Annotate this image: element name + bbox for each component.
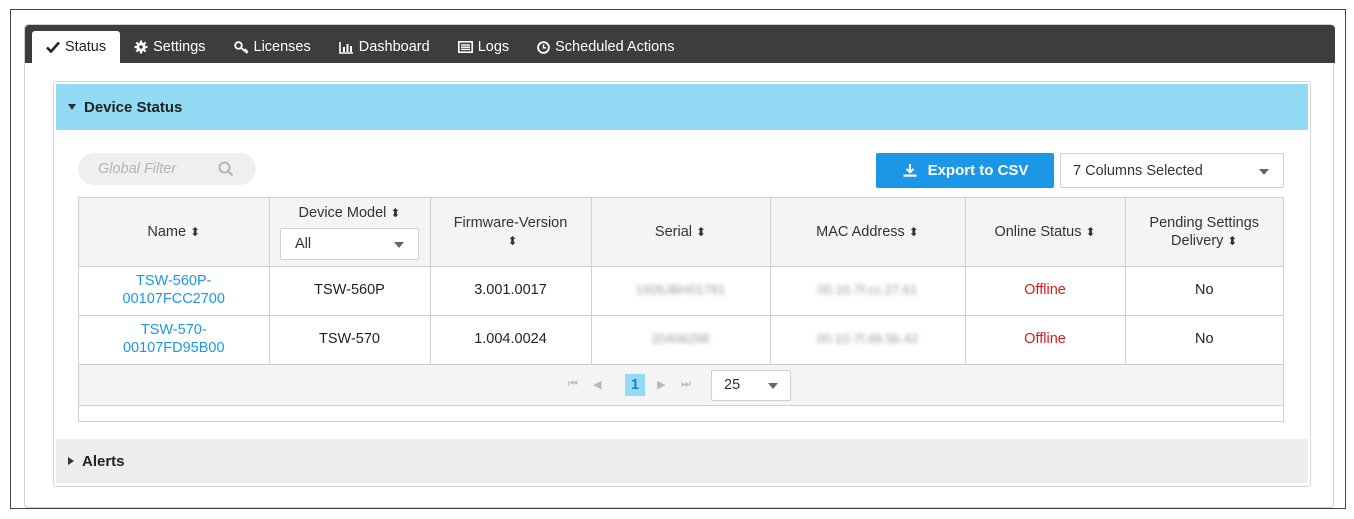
tab-dashboard[interactable]: Dashboard	[325, 31, 444, 63]
mac-cell: 00.10.7f.cc.27.61	[770, 266, 966, 316]
tab-status-label: Status	[65, 39, 107, 55]
device-model-cell: TSW-570	[269, 315, 431, 365]
table-row: TSW-560P- 00107FCC2700 TSW-560P 3.001.001…	[79, 266, 1283, 316]
firmware-cell: 3.001.0017	[430, 266, 592, 316]
next-page-icon[interactable]: ▶	[657, 378, 665, 391]
caret-down-icon	[68, 104, 76, 110]
tab-scheduled-actions[interactable]: Scheduled Actions	[523, 31, 688, 63]
caret-right-icon	[68, 457, 74, 465]
column-header-device-model[interactable]: Device Model ⬍ All	[269, 198, 431, 267]
device-name-link[interactable]: TSW-570- 00107FD95B00	[79, 315, 270, 365]
alerts-title: Alerts	[82, 452, 125, 470]
content-box: Device Status Global Filter Export to CS…	[53, 81, 1311, 487]
device-model-filter-select[interactable]: All	[280, 227, 419, 260]
device-status-title: Device Status	[84, 98, 183, 116]
online-status-cell: Offline	[965, 315, 1126, 365]
tab-bar: Status Settings Licenses Dashboard Logs …	[25, 25, 1335, 63]
clock-icon	[537, 40, 550, 54]
search-icon	[218, 161, 234, 177]
pending-delivery-cell: No	[1125, 315, 1283, 365]
paginator: ⏮ ◀ 1 ▶ ⏭ 25	[79, 365, 1283, 406]
prev-page-icon[interactable]: ◀	[593, 378, 601, 391]
column-header-online-status[interactable]: Online Status ⬍	[965, 198, 1126, 267]
export-csv-button[interactable]: Export to CSV	[876, 153, 1054, 188]
tab-licenses-label: Licenses	[253, 39, 311, 55]
sort-icon[interactable]: ⬍	[696, 225, 706, 239]
device-name-link[interactable]: TSW-560P- 00107FCC2700	[79, 266, 270, 316]
global-filter-placeholder: Global Filter	[98, 161, 177, 177]
chevron-down-icon	[768, 383, 778, 389]
sort-icon[interactable]: ⬍	[507, 234, 517, 248]
device-model-cell: TSW-560P	[269, 266, 431, 316]
tab-dashboard-label: Dashboard	[358, 39, 430, 55]
tab-settings[interactable]: Settings	[120, 31, 219, 63]
page-number-current[interactable]: 1	[625, 374, 645, 396]
device-status-header[interactable]: Device Status	[56, 84, 1308, 130]
global-filter-input[interactable]: Global Filter	[78, 153, 256, 185]
serial-cell: 1926JBH01781	[591, 266, 771, 316]
columns-select-dropdown[interactable]: 7 Columns Selected	[1060, 153, 1284, 188]
pending-delivery-cell: No	[1125, 266, 1283, 316]
sort-icon[interactable]: ⬍	[1227, 234, 1237, 248]
export-csv-label: Export to CSV	[927, 162, 1029, 179]
first-page-icon[interactable]: ⏮	[568, 378, 578, 391]
chevron-down-icon	[394, 241, 404, 248]
tab-settings-label: Settings	[153, 39, 206, 55]
sort-icon[interactable]: ⬍	[190, 225, 200, 239]
online-status-cell: Offline	[965, 266, 1126, 316]
column-header-pending-settings-delivery[interactable]: Pending Settings Delivery ⬍	[1125, 198, 1283, 267]
check-icon	[46, 41, 60, 53]
firmware-cell: 1.004.0024	[430, 315, 592, 365]
key-icon	[233, 40, 248, 54]
columns-select-value: 7 Columns Selected	[1073, 162, 1203, 179]
column-header-serial[interactable]: Serial ⬍	[591, 198, 771, 267]
bar-chart-icon	[338, 41, 353, 54]
last-page-icon[interactable]: ⏭	[681, 378, 691, 391]
sort-icon[interactable]: ⬍	[909, 225, 919, 239]
serial-cell: 20406298	[591, 315, 771, 365]
tab-scheduled-actions-label: Scheduled Actions	[555, 39, 675, 55]
mac-cell: 00.10.7f.d9.5b.42	[770, 315, 966, 365]
gear-icon	[134, 40, 148, 54]
sort-icon[interactable]: ⬍	[390, 206, 400, 220]
status-panel: Status Settings Licenses Dashboard Logs …	[24, 24, 1335, 508]
list-icon	[457, 41, 473, 53]
device-table: Name ⬍ Device Model ⬍ All Firmware-Version…	[78, 197, 1284, 422]
column-header-name[interactable]: Name ⬍	[79, 198, 270, 267]
column-header-mac-address[interactable]: MAC Address ⬍	[770, 198, 966, 267]
table-row: TSW-570- 00107FD95B00 TSW-570 1.004.0024 …	[79, 315, 1283, 365]
tab-logs[interactable]: Logs	[444, 31, 523, 63]
chevron-down-icon	[1259, 169, 1269, 175]
alerts-header[interactable]: Alerts	[56, 439, 1308, 483]
table-header-row: Name ⬍ Device Model ⬍ All Firmware-Version…	[79, 198, 1283, 267]
tab-licenses[interactable]: Licenses	[220, 31, 325, 63]
tab-status[interactable]: Status	[32, 31, 121, 63]
sort-icon[interactable]: ⬍	[1086, 225, 1096, 239]
download-icon	[903, 164, 917, 177]
tab-logs-label: Logs	[477, 39, 510, 55]
page-size-select[interactable]: 25	[711, 370, 791, 401]
column-header-firmware-version[interactable]: Firmware-Version ⬍	[430, 198, 592, 267]
